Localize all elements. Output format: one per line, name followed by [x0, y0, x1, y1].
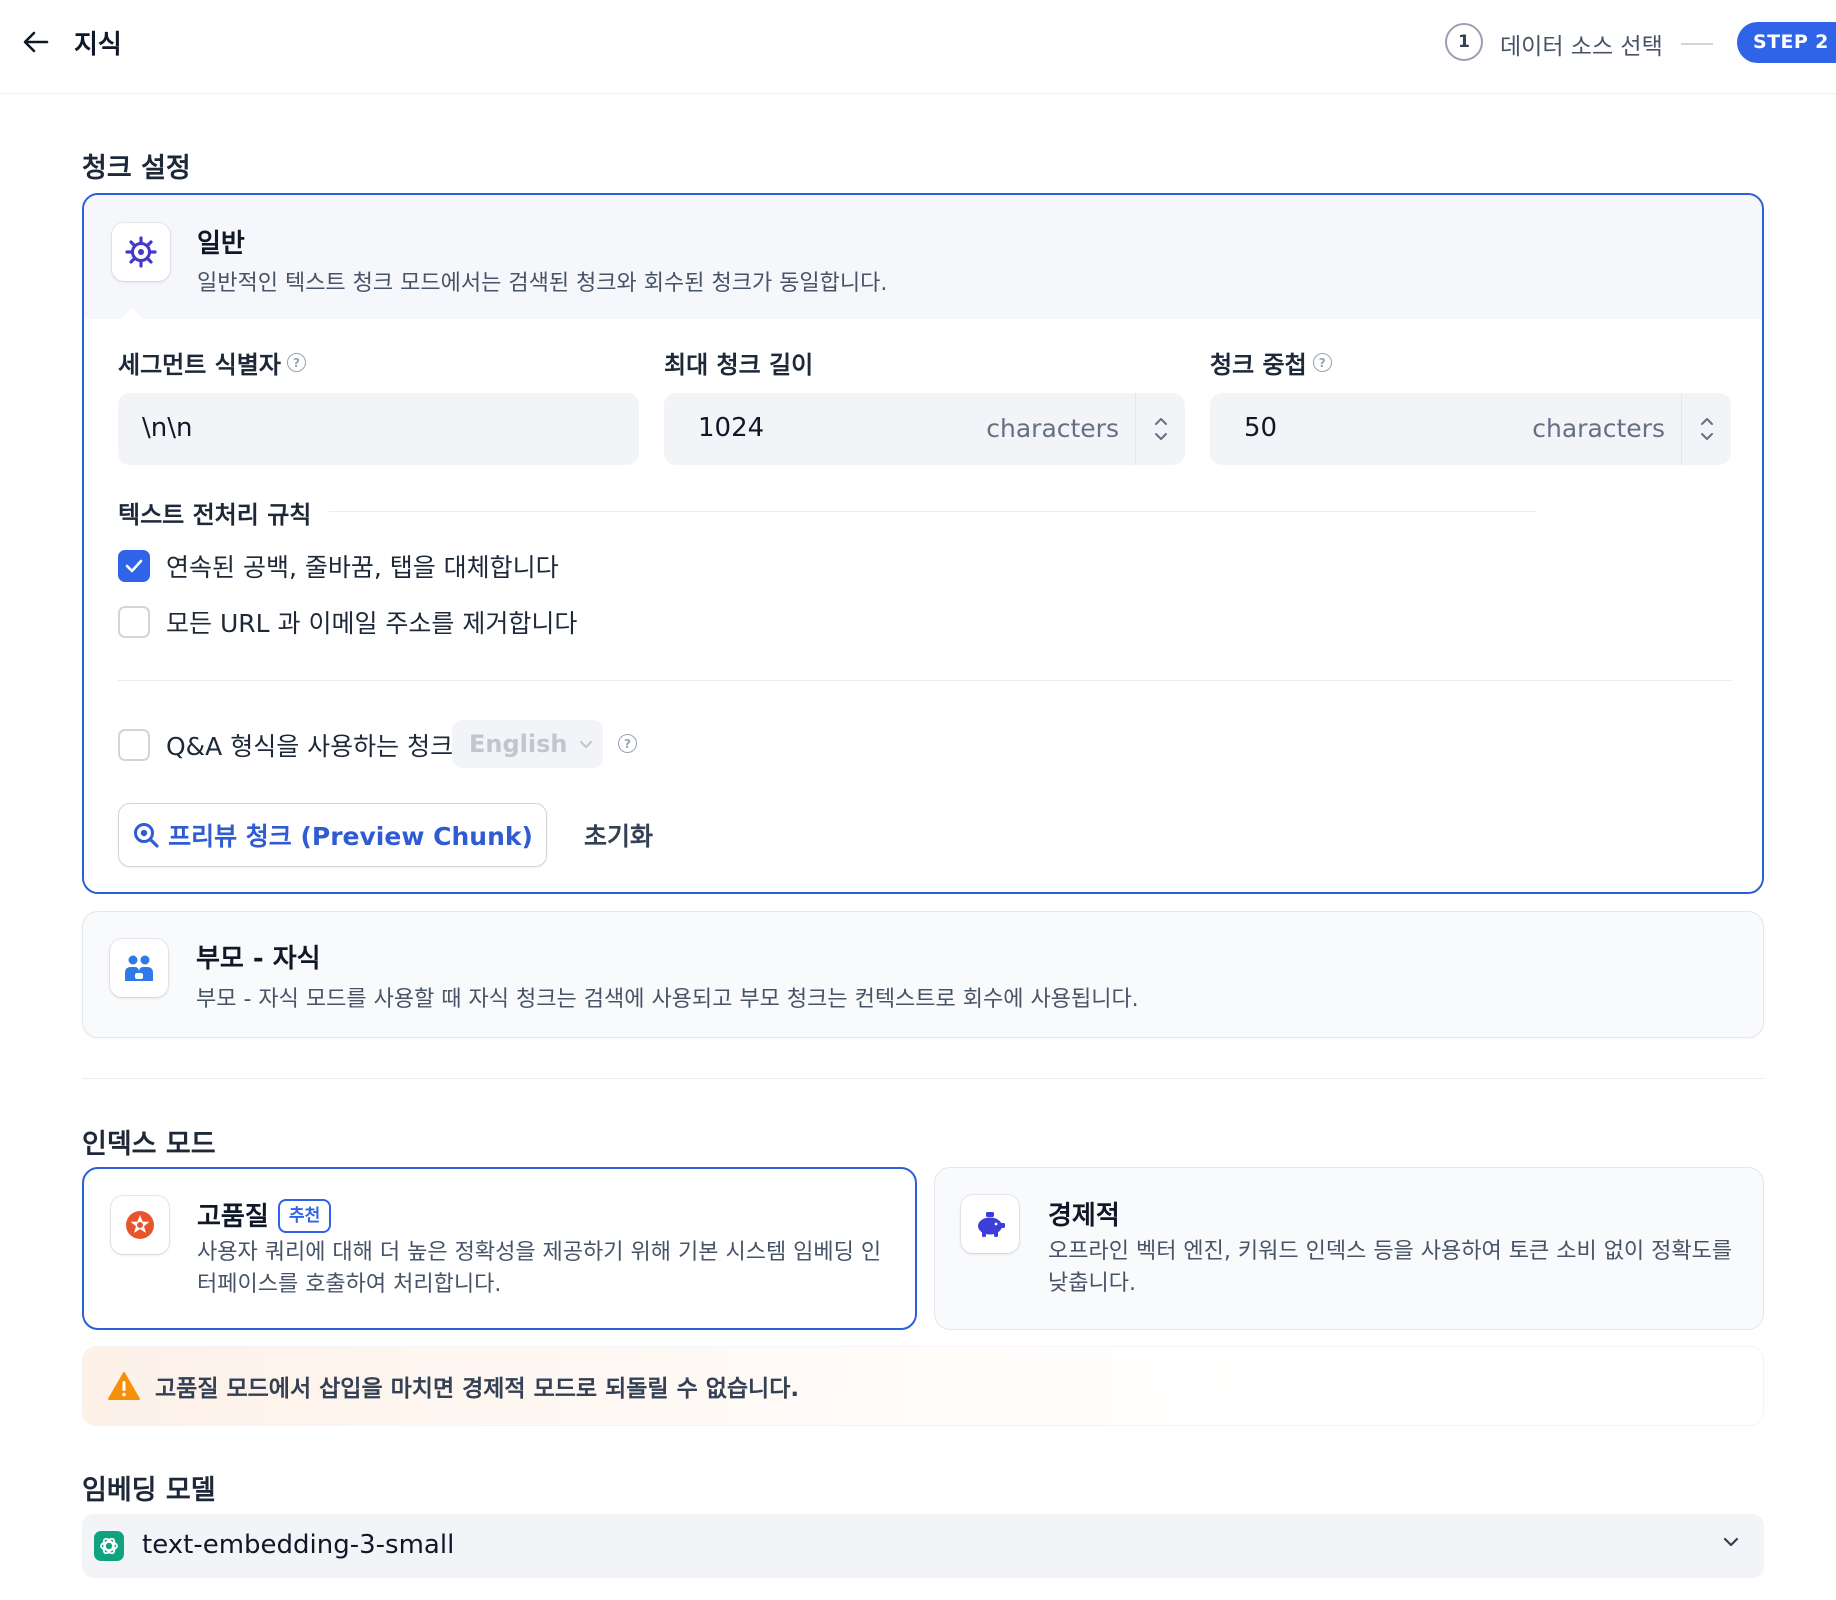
qa-language-select[interactable]: English: [452, 720, 603, 768]
general-icon-box: [112, 223, 170, 281]
rule-label: 연속된 공백, 줄바꿈, 탭을 대체합니다: [166, 553, 559, 582]
preprocessing-label: 텍스트 전처리 규칙: [118, 501, 312, 529]
checkbox-checked[interactable]: [118, 550, 150, 582]
section-divider: [82, 1078, 1764, 1079]
parent-child-description: 부모 - 자식 모드를 사용할 때 자식 청크는 검색에 사용되고 부모 청크는…: [196, 987, 1139, 1012]
max-chunk-length-input[interactable]: 1024 characters: [664, 393, 1185, 465]
chevron-up-icon[interactable]: [1700, 417, 1714, 426]
reset-button[interactable]: 초기화: [584, 817, 653, 853]
chevron-down-icon: [580, 740, 593, 748]
segment-identifier-label: 세그먼트 식별자 ?: [118, 345, 306, 380]
arrow-left-icon: [23, 31, 49, 53]
search-icon: [134, 823, 159, 848]
chunk-overlap-value: 50: [1244, 413, 1278, 443]
parent-child-title: 부모 - 자식: [196, 944, 321, 974]
qa-language-value: English: [469, 730, 568, 758]
rule-replace-whitespace[interactable]: 연속된 공백, 줄바꿈, 탭을 대체합니다: [118, 548, 559, 584]
warning-triangle-icon: [108, 1372, 140, 1400]
qa-label: Q&A 형식을 사용하는 청크: [166, 732, 454, 761]
chevron-down-icon[interactable]: [1154, 432, 1168, 441]
help-icon[interactable]: ?: [1312, 353, 1332, 372]
embedding-model-select[interactable]: text-embedding-3-small: [82, 1514, 1764, 1578]
qa-chunk-option[interactable]: Q&A 형식을 사용하는 청크: [118, 727, 453, 763]
parent-child-chunk-card[interactable]: 부모 - 자식 부모 - 자식 모드를 사용할 때 자식 청크는 검색에 사용되…: [82, 911, 1764, 1038]
chunk-overlap-input[interactable]: 50 characters: [1210, 393, 1731, 465]
piggy-bank-icon: [978, 1212, 1005, 1237]
general-chunk-card[interactable]: 일반 일반적인 텍스트 청크 모드에서는 검색된 청크와 회수된 청크가 동일합…: [82, 193, 1764, 894]
step-2-badge: STEP 2: [1737, 22, 1836, 63]
max-chunk-length-label-text: 최대 청크 길이: [664, 351, 814, 379]
preview-chunk-button[interactable]: 프리뷰 청크 (Preview Chunk): [118, 803, 547, 867]
chevron-up-icon[interactable]: [1154, 417, 1168, 426]
high-quality-description: 사용자 쿼리에 대해 더 높은 정확성을 제공하기 위해 기본 시스템 임베딩 …: [197, 1240, 882, 1297]
chunk-overlap-label-text: 청크 중첩: [1210, 351, 1307, 379]
segment-identifier-label-text: 세그먼트 식별자: [118, 351, 281, 379]
rule-label: 모든 URL 과 이메일 주소를 제거합니다: [166, 609, 578, 638]
max-chunk-length-value: 1024: [698, 413, 765, 443]
chunk-overlap-label: 청크 중첩 ?: [1210, 345, 1332, 380]
embedding-model-value: text-embedding-3-small: [142, 1530, 455, 1560]
embedding-model-title: 임베딩 모델: [82, 1475, 216, 1506]
top-bar: 지식 1 데이터 소스 선택 STEP 2: [0, 0, 1836, 94]
general-description: 일반적인 텍스트 청크 모드에서는 검색된 청크와 회수된 청크가 동일합니다.: [197, 271, 888, 296]
openai-icon: [94, 1531, 124, 1561]
page-title: 지식: [74, 30, 122, 60]
rule-remove-urls[interactable]: 모든 URL 과 이메일 주소를 제거합니다: [118, 604, 577, 640]
preprocessing-divider: [329, 511, 1537, 512]
chunk-overlap-stepper[interactable]: [1681, 393, 1731, 465]
chunk-overlap-unit: characters: [1532, 414, 1665, 443]
general-chunk-header: 일반 일반적인 텍스트 청크 모드에서는 검색된 청크와 회수된 청크가 동일합…: [84, 195, 1762, 319]
index-mode-title: 인덱스 모드: [82, 1129, 216, 1160]
high-quality-option[interactable]: 고품질 추천 사용자 쿼리에 대해 더 높은 정확성을 제공하기 위해 기본 시…: [82, 1167, 917, 1330]
economy-option[interactable]: 경제적 오프라인 벡터 엔진, 키워드 인덱스 등을 사용하여 토큰 소비 없이…: [934, 1167, 1764, 1330]
warning-text: 고품질 모드에서 삽입을 마치면 경제적 모드로 되돌릴 수 없습니다.: [155, 1376, 800, 1402]
economy-icon-box: [961, 1195, 1019, 1253]
recommended-badge: 추천: [278, 1199, 332, 1233]
general-title: 일반: [197, 229, 245, 259]
max-chunk-length-unit: characters: [986, 414, 1119, 443]
divider: [118, 680, 1732, 681]
help-icon[interactable]: ?: [286, 353, 306, 372]
step-1-label[interactable]: 데이터 소스 선택: [1500, 27, 1663, 61]
step-1-number: 1: [1445, 23, 1483, 61]
index-mode-warning: 고품질 모드에서 삽입을 마치면 경제적 모드로 되돌릴 수 없습니다.: [82, 1346, 1764, 1426]
chunk-settings-title: 청크 설정: [82, 153, 191, 184]
max-chunk-length-label: 최대 청크 길이: [664, 345, 813, 380]
max-chunk-length-stepper[interactable]: [1135, 393, 1185, 465]
star-badge-icon: [126, 1211, 154, 1239]
users-icon: [125, 955, 153, 981]
segment-identifier-value: \n\n: [142, 413, 193, 443]
check-icon: [125, 559, 143, 573]
high-quality-icon-box: [111, 1196, 169, 1254]
parent-child-icon-box: [110, 939, 168, 997]
segment-identifier-input[interactable]: \n\n: [118, 393, 639, 465]
checkbox-unchecked[interactable]: [118, 606, 150, 638]
chevron-down-icon[interactable]: [1700, 432, 1714, 441]
high-quality-title: 고품질: [197, 1202, 269, 1232]
economy-description: 오프라인 벡터 엔진, 키워드 인덱스 등을 사용하여 토큰 소비 없이 정확도…: [1048, 1239, 1733, 1296]
preview-chunk-label: 프리뷰 청크 (Preview Chunk): [168, 822, 533, 851]
economy-title: 경제적: [1048, 1201, 1120, 1231]
help-icon[interactable]: ?: [618, 734, 637, 753]
checkbox-unchecked[interactable]: [118, 729, 150, 761]
back-button[interactable]: [20, 26, 52, 58]
gear-icon: [125, 236, 157, 268]
step-divider: [1681, 43, 1713, 45]
chevron-down-icon: [1723, 1537, 1739, 1547]
